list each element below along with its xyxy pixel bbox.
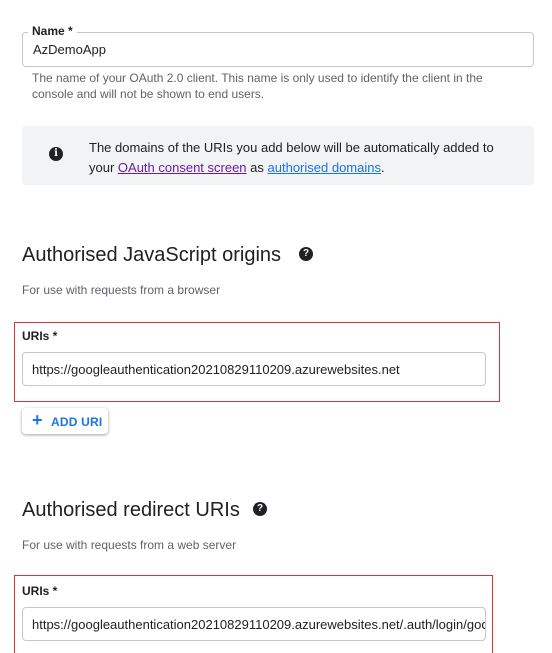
authorised-domains-link[interactable]: authorised domains bbox=[268, 160, 381, 175]
js-origins-title: Authorised JavaScript origins bbox=[22, 244, 282, 266]
name-field[interactable]: AzDemoApp bbox=[22, 32, 534, 67]
redirect-uris-label: URIs * bbox=[22, 584, 58, 598]
help-icon[interactable]: ? bbox=[299, 247, 313, 261]
name-field-value[interactable]: AzDemoApp bbox=[33, 42, 106, 57]
add-uri-label: ADD URI bbox=[51, 415, 103, 429]
info-banner: i The domains of the URIs you add below … bbox=[22, 126, 534, 185]
info-text-after: . bbox=[380, 160, 385, 175]
help-icon[interactable]: ? bbox=[253, 502, 267, 516]
name-field-label: Name * bbox=[28, 24, 77, 38]
js-origins-uris-label: URIs * bbox=[22, 329, 58, 343]
js-origins-subtitle: For use with requests from a browser bbox=[22, 283, 221, 297]
redirect-uris-title: Authorised redirect URIs bbox=[22, 499, 240, 521]
plus-icon: + bbox=[32, 410, 43, 430]
add-uri-button[interactable]: + ADD URI bbox=[22, 408, 108, 434]
info-text-mid: as bbox=[246, 160, 268, 175]
oauth-consent-screen-link[interactable]: OAuth consent screen bbox=[118, 160, 247, 175]
redirect-uris-subtitle: For use with requests from a web server bbox=[22, 538, 237, 552]
info-icon: i bbox=[49, 147, 63, 161]
js-origin-uri-input[interactable]: https://googleauthentication202108291102… bbox=[22, 352, 486, 386]
info-banner-text: The domains of the URIs you add below wi… bbox=[89, 138, 509, 178]
js-origin-uri-value[interactable]: https://googleauthentication202108291102… bbox=[32, 362, 400, 377]
redirect-uri-value[interactable]: https://googleauthentication202108291102… bbox=[32, 617, 485, 632]
name-helper-text: The name of your OAuth 2.0 client. This … bbox=[32, 71, 483, 101]
redirect-uri-input[interactable]: https://googleauthentication202108291102… bbox=[22, 607, 486, 641]
